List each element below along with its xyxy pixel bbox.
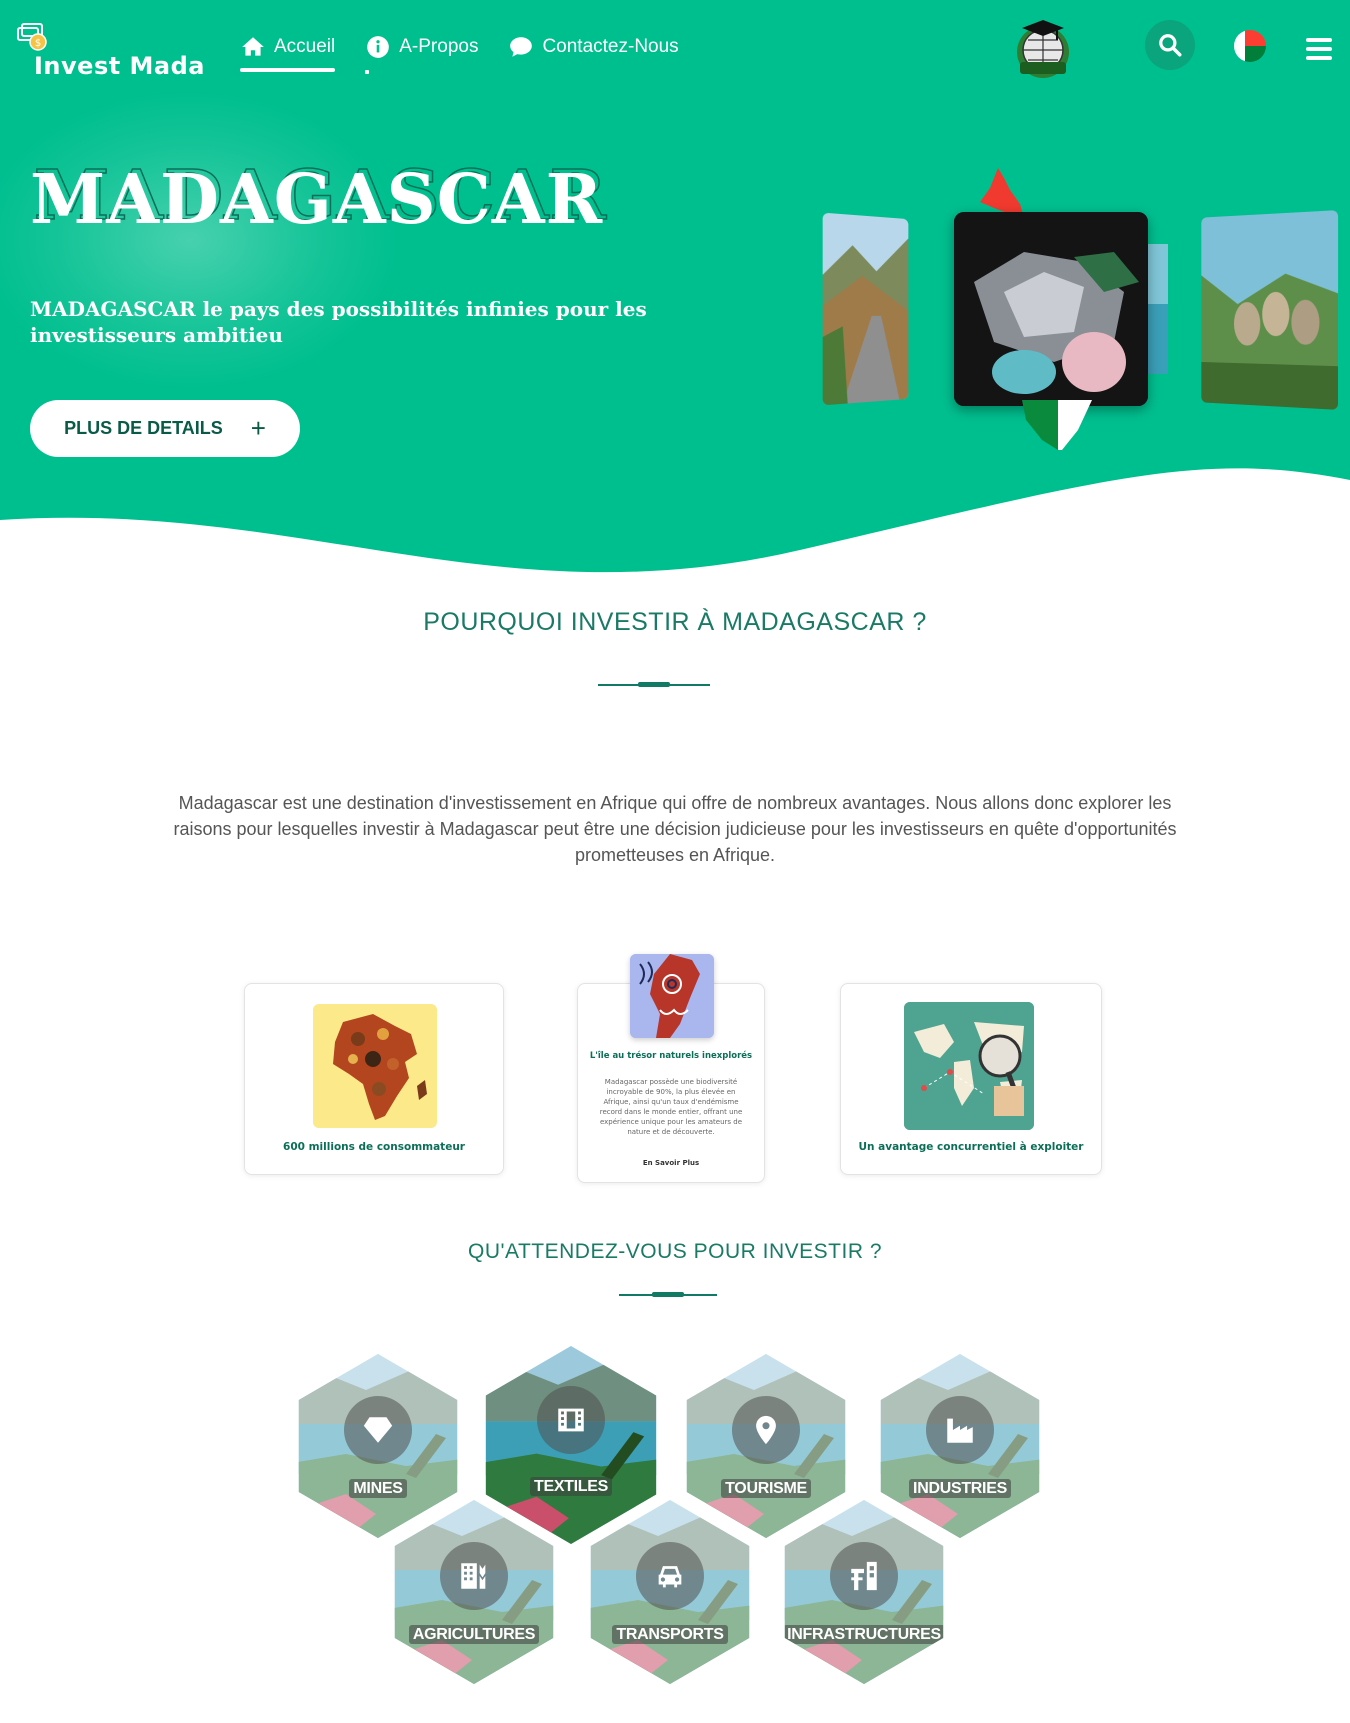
cta-label: PLUS DE DETAILS <box>64 418 223 438</box>
nav-label: Contactez-Nous <box>542 36 679 57</box>
africa-map-image <box>313 1004 437 1128</box>
sector-hex-industries[interactable]: INDUSTRIES <box>880 1354 1040 1538</box>
more-details-button[interactable]: PLUS DE DETAILS + <box>30 400 300 457</box>
hero-subtitle: MADAGASCAR le pays des possibilités infi… <box>30 297 647 347</box>
why-intro-text: Madagascar est une destination d'investi… <box>173 793 1177 865</box>
carousel-image-mountain-road[interactable] <box>822 212 909 406</box>
feature-caption: 600 millions de consommateur <box>283 1141 465 1153</box>
feature-card-nature[interactable]: L'île au trésor naturels inexplorés Mada… <box>577 954 765 1183</box>
sector-label: TOURISME <box>687 1479 845 1498</box>
brand-name: Invest Mada <box>34 52 206 80</box>
sector-label: TEXTILES <box>486 1477 656 1496</box>
divider-bar <box>652 1292 684 1297</box>
carousel-image-gemstones[interactable] <box>954 212 1148 406</box>
feature-caption: Un avantage concurrentiel à exploiter <box>858 1141 1084 1153</box>
feature-description: Madagascar possède une biodiversité incr… <box>599 1078 743 1136</box>
sector-hex-mines[interactable]: MINES <box>298 1354 458 1538</box>
language-flag-button[interactable] <box>1234 30 1266 62</box>
sector-hex-tourisme[interactable]: TOURISME <box>686 1354 846 1538</box>
sector-label: INFRASTRUCTURES <box>784 1625 944 1644</box>
diamond-icon <box>344 1396 412 1464</box>
carousel-image-peek <box>1148 244 1168 374</box>
feature-card-consumers[interactable]: 600 millions de consommateur <box>244 983 504 1175</box>
sector-label: TRANSPORTS <box>591 1625 749 1644</box>
search-icon <box>1159 34 1182 57</box>
sectors-section-title: QU'ATTENDEZ-VOUS POUR INVESTIR ? <box>468 1240 882 1263</box>
madagascar-flag-icon <box>1234 30 1266 62</box>
menu-bar <box>1306 38 1332 42</box>
madagascar-art-image <box>630 954 714 1038</box>
nav-label: Accueil <box>274 36 336 57</box>
svg-text:$: $ <box>35 38 41 49</box>
section-divider <box>619 1292 717 1298</box>
menu-bar <box>1306 56 1332 60</box>
map-green-white-shape <box>1022 400 1092 450</box>
film-icon <box>537 1386 605 1454</box>
feature-caption: L'île au trésor naturels inexplorés <box>589 1051 753 1061</box>
chat-icon <box>510 37 533 57</box>
sector-label: MINES <box>299 1479 457 1498</box>
hamburger-menu-button[interactable] <box>1306 38 1332 60</box>
nav-item-a-propos[interactable]: A-Propos <box>365 30 479 74</box>
divider-bar <box>638 682 670 687</box>
hero-section: $ Invest Mada Accueil A-Propos Contactez… <box>0 0 1350 600</box>
plus-icon: + <box>250 413 266 443</box>
menu-bar <box>1306 47 1332 51</box>
why-section-title: POURQUOI INVESTIR À MADAGASCAR ? <box>423 608 927 636</box>
nav-item-accueil[interactable]: Accueil <box>240 30 336 72</box>
partner-badge-logo[interactable] <box>1008 14 1078 84</box>
learn-more-link[interactable]: En Savoir Plus <box>578 1159 764 1167</box>
search-button[interactable] <box>1145 20 1195 70</box>
sector-label: AGRICULTURES <box>395 1625 553 1644</box>
feature-card-advantage[interactable]: Un avantage concurrentiel à exploiter <box>840 983 1102 1175</box>
sector-hex-infrastructures[interactable]: INFRASTRUCTURES <box>784 1500 944 1684</box>
main-nav: Accueil A-Propos Contactez-Nous <box>240 30 679 74</box>
sector-label: INDUSTRIES <box>881 1479 1039 1498</box>
map-red-shape <box>980 168 1024 218</box>
car-icon <box>636 1542 704 1610</box>
carousel-image-lemurs[interactable] <box>1201 210 1339 410</box>
money-coin-icon: $ <box>17 23 47 51</box>
map-pin-icon <box>732 1396 800 1464</box>
home-icon <box>242 37 264 56</box>
info-icon <box>367 36 390 58</box>
hero-wave-divider <box>0 468 1350 600</box>
sector-hex-textiles[interactable]: TEXTILES <box>485 1346 657 1544</box>
hero-title: MADAGASCAR <box>30 160 604 240</box>
sector-hex-agricultures[interactable]: AGRICULTURES <box>394 1500 554 1684</box>
nav-indicator-dot <box>365 70 370 74</box>
world-map-magnifier-image <box>904 1002 1034 1130</box>
nav-item-contactez-nous[interactable]: Contactez-Nous <box>508 30 679 64</box>
road-works-icon <box>830 1542 898 1610</box>
brand-logo[interactable]: $ Invest Mada <box>16 22 205 82</box>
factory-icon <box>926 1396 994 1464</box>
building-wheat-icon <box>440 1542 508 1610</box>
sector-hex-transports[interactable]: TRANSPORTS <box>590 1500 750 1684</box>
section-divider <box>598 682 710 688</box>
nav-label: A-Propos <box>399 36 479 57</box>
